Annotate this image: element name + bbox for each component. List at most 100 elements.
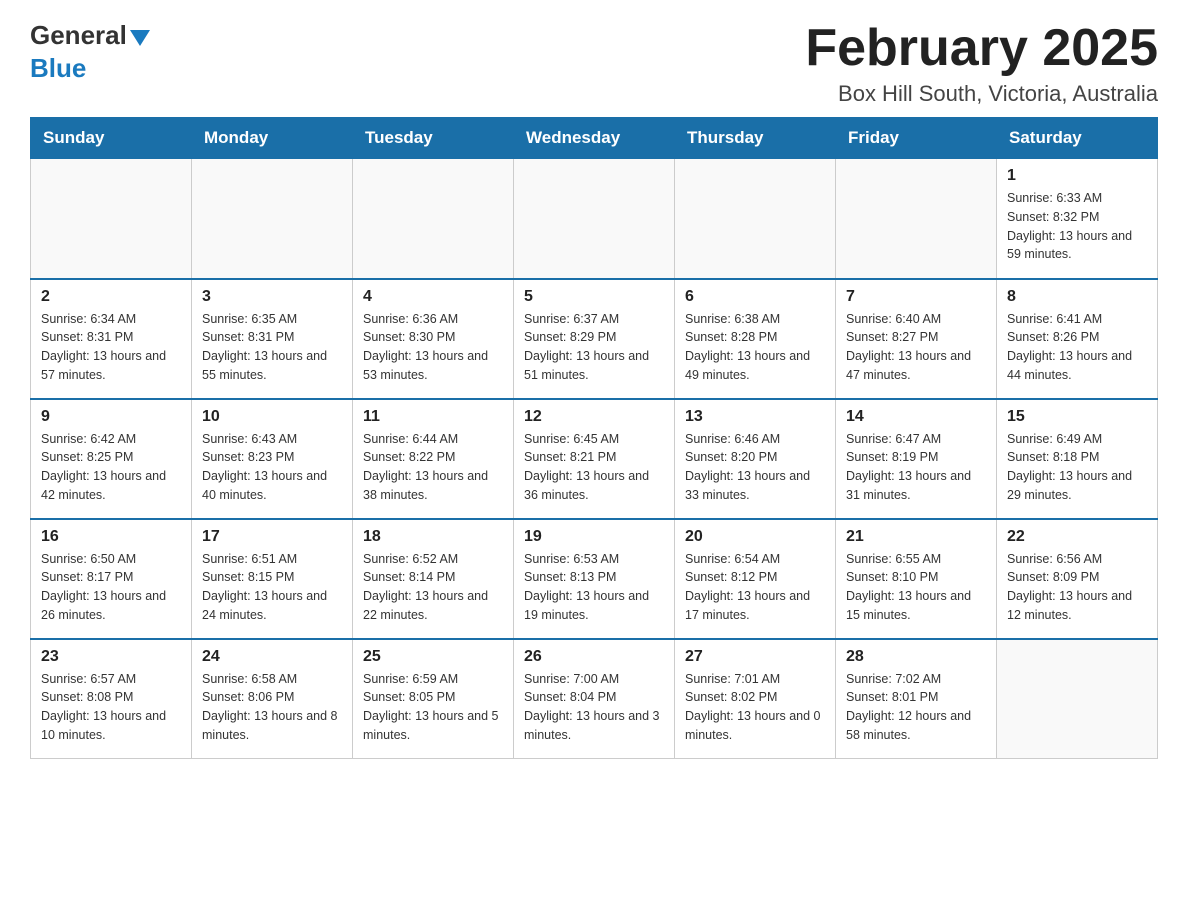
calendar-cell: 24 Sunrise: 6:58 AMSunset: 8:06 PMDayligh… [192,639,353,759]
calendar-cell [353,159,514,279]
day-info: Sunrise: 6:54 AMSunset: 8:12 PMDaylight:… [685,550,825,625]
calendar-cell: 27 Sunrise: 7:01 AMSunset: 8:02 PMDayligh… [675,639,836,759]
calendar-cell: 21 Sunrise: 6:55 AMSunset: 8:10 PMDayligh… [836,519,997,639]
day-number: 4 [363,288,503,306]
calendar-cell: 1Sunrise: 6:33 AMSunset: 8:32 PMDaylight… [997,159,1158,279]
day-number: 23 [41,648,181,666]
day-number: 11 [363,408,503,426]
calendar-cell: 22Sunrise: 6:56 AMSunset: 8:09 PMDayligh… [997,519,1158,639]
calendar-cell: 3 Sunrise: 6:35 AMSunset: 8:31 PMDaylight… [192,279,353,399]
day-info: Sunrise: 6:38 AMSunset: 8:28 PMDaylight:… [685,310,825,385]
day-info: Sunrise: 7:00 AMSunset: 8:04 PMDaylight:… [524,670,664,745]
logo: General Blue [30,20,150,84]
calendar-cell: 13 Sunrise: 6:46 AMSunset: 8:20 PMDayligh… [675,399,836,519]
calendar-col-friday: Friday [836,118,997,159]
day-number: 7 [846,288,986,306]
day-number: 20 [685,528,825,546]
day-info: Sunrise: 6:45 AMSunset: 8:21 PMDaylight:… [524,430,664,505]
calendar-col-saturday: Saturday [997,118,1158,159]
day-number: 5 [524,288,664,306]
day-info: Sunrise: 7:01 AMSunset: 8:02 PMDaylight:… [685,670,825,745]
day-info: Sunrise: 6:37 AMSunset: 8:29 PMDaylight:… [524,310,664,385]
calendar-week-row: 2 Sunrise: 6:34 AMSunset: 8:31 PMDaylight… [31,279,1158,399]
day-number: 6 [685,288,825,306]
day-info: Sunrise: 6:43 AMSunset: 8:23 PMDaylight:… [202,430,342,505]
calendar-col-thursday: Thursday [675,118,836,159]
day-info: Sunrise: 6:34 AMSunset: 8:31 PMDaylight:… [41,310,181,385]
calendar-week-row: 23 Sunrise: 6:57 AMSunset: 8:08 PMDayligh… [31,639,1158,759]
calendar-cell: 23 Sunrise: 6:57 AMSunset: 8:08 PMDayligh… [31,639,192,759]
day-info: Sunrise: 6:58 AMSunset: 8:06 PMDaylight:… [202,670,342,745]
day-info: Sunrise: 6:33 AMSunset: 8:32 PMDaylight:… [1007,189,1147,264]
calendar-week-row: 1Sunrise: 6:33 AMSunset: 8:32 PMDaylight… [31,159,1158,279]
calendar-cell [31,159,192,279]
day-number: 16 [41,528,181,546]
day-number: 13 [685,408,825,426]
calendar-cell: 19Sunrise: 6:53 AMSunset: 8:13 PMDayligh… [514,519,675,639]
day-number: 15 [1007,408,1147,426]
day-number: 28 [846,648,986,666]
logo-triangle-icon [130,30,150,46]
calendar-cell: 15 Sunrise: 6:49 AMSunset: 8:18 PMDayligh… [997,399,1158,519]
calendar-cell [675,159,836,279]
calendar-cell: 9 Sunrise: 6:42 AMSunset: 8:25 PMDaylight… [31,399,192,519]
day-number: 12 [524,408,664,426]
day-info: Sunrise: 6:47 AMSunset: 8:19 PMDaylight:… [846,430,986,505]
calendar-cell [836,159,997,279]
day-number: 27 [685,648,825,666]
calendar-cell [514,159,675,279]
calendar-col-sunday: Sunday [31,118,192,159]
calendar-week-row: 16 Sunrise: 6:50 AMSunset: 8:17 PMDayligh… [31,519,1158,639]
day-info: Sunrise: 6:52 AMSunset: 8:14 PMDaylight:… [363,550,503,625]
calendar-cell: 17Sunrise: 6:51 AMSunset: 8:15 PMDayligh… [192,519,353,639]
day-number: 24 [202,648,342,666]
day-number: 26 [524,648,664,666]
day-info: Sunrise: 6:56 AMSunset: 8:09 PMDaylight:… [1007,550,1147,625]
day-info: Sunrise: 6:49 AMSunset: 8:18 PMDaylight:… [1007,430,1147,505]
calendar-week-row: 9 Sunrise: 6:42 AMSunset: 8:25 PMDaylight… [31,399,1158,519]
day-number: 19 [524,528,664,546]
calendar-cell: 12 Sunrise: 6:45 AMSunset: 8:21 PMDayligh… [514,399,675,519]
day-info: Sunrise: 6:35 AMSunset: 8:31 PMDaylight:… [202,310,342,385]
title-block: February 2025 Box Hill South, Victoria, … [805,20,1158,107]
day-info: Sunrise: 6:44 AMSunset: 8:22 PMDaylight:… [363,430,503,505]
day-number: 18 [363,528,503,546]
day-number: 10 [202,408,342,426]
calendar-cell: 28 Sunrise: 7:02 AMSunset: 8:01 PMDayligh… [836,639,997,759]
logo-general-text: General [30,20,127,51]
calendar-cell: 8 Sunrise: 6:41 AMSunset: 8:26 PMDaylight… [997,279,1158,399]
day-number: 2 [41,288,181,306]
day-info: Sunrise: 6:59 AMSunset: 8:05 PMDaylight:… [363,670,503,745]
day-info: Sunrise: 6:50 AMSunset: 8:17 PMDaylight:… [41,550,181,625]
day-number: 21 [846,528,986,546]
calendar-cell: 10 Sunrise: 6:43 AMSunset: 8:23 PMDayligh… [192,399,353,519]
calendar-col-monday: Monday [192,118,353,159]
day-number: 9 [41,408,181,426]
calendar-header-row: SundayMondayTuesdayWednesdayThursdayFrid… [31,118,1158,159]
calendar-cell: 11 Sunrise: 6:44 AMSunset: 8:22 PMDayligh… [353,399,514,519]
calendar-cell: 25 Sunrise: 6:59 AMSunset: 8:05 PMDayligh… [353,639,514,759]
calendar-cell: 16 Sunrise: 6:50 AMSunset: 8:17 PMDayligh… [31,519,192,639]
calendar-cell: 14Sunrise: 6:47 AMSunset: 8:19 PMDayligh… [836,399,997,519]
calendar-cell: 7 Sunrise: 6:40 AMSunset: 8:27 PMDaylight… [836,279,997,399]
day-info: Sunrise: 6:40 AMSunset: 8:27 PMDaylight:… [846,310,986,385]
day-info: Sunrise: 6:42 AMSunset: 8:25 PMDaylight:… [41,430,181,505]
day-info: Sunrise: 6:46 AMSunset: 8:20 PMDaylight:… [685,430,825,505]
calendar-cell: 2 Sunrise: 6:34 AMSunset: 8:31 PMDaylight… [31,279,192,399]
calendar-cell [192,159,353,279]
day-number: 3 [202,288,342,306]
day-info: Sunrise: 6:41 AMSunset: 8:26 PMDaylight:… [1007,310,1147,385]
day-info: Sunrise: 6:57 AMSunset: 8:08 PMDaylight:… [41,670,181,745]
day-info: Sunrise: 6:51 AMSunset: 8:15 PMDaylight:… [202,550,342,625]
page-header: General Blue February 2025 Box Hill Sout… [30,20,1158,107]
day-info: Sunrise: 6:55 AMSunset: 8:10 PMDaylight:… [846,550,986,625]
calendar-cell: 26 Sunrise: 7:00 AMSunset: 8:04 PMDayligh… [514,639,675,759]
calendar-col-wednesday: Wednesday [514,118,675,159]
calendar-cell: 4 Sunrise: 6:36 AMSunset: 8:30 PMDaylight… [353,279,514,399]
calendar-table: SundayMondayTuesdayWednesdayThursdayFrid… [30,117,1158,759]
day-info: Sunrise: 7:02 AMSunset: 8:01 PMDaylight:… [846,670,986,745]
calendar-cell: 18 Sunrise: 6:52 AMSunset: 8:14 PMDayligh… [353,519,514,639]
day-info: Sunrise: 6:36 AMSunset: 8:30 PMDaylight:… [363,310,503,385]
day-number: 25 [363,648,503,666]
day-number: 8 [1007,288,1147,306]
